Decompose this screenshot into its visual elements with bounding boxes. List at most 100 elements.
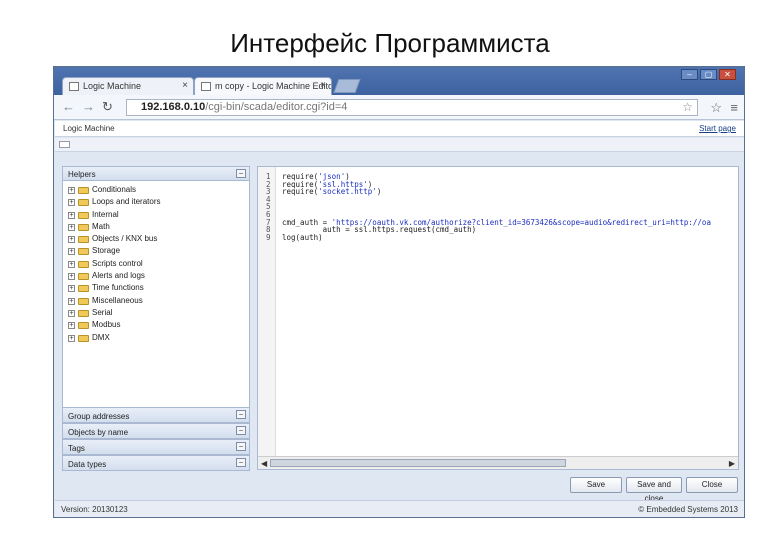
helpers-tree: + Conditionals + Loops and iterators + Intern… [68, 184, 161, 344]
expand-icon[interactable]: + [68, 334, 75, 342]
expand-icon[interactable]: + [68, 211, 75, 219]
folder-icon [78, 223, 89, 231]
expand-icon[interactable]: + [68, 223, 75, 231]
expand-icon[interactable]: + [68, 260, 75, 268]
folder-icon [78, 187, 89, 194]
url-host: 192.168.0.10 [141, 101, 206, 113]
status-footer: Version: 20130123 © Embedded Systems 201… [55, 500, 744, 517]
page-icon [69, 82, 79, 91]
bookmark-star-icon[interactable]: ☆ [682, 100, 693, 114]
tree-item-label: Math [92, 221, 110, 231]
tree-item[interactable]: + Modbus [68, 319, 161, 331]
tab-editor[interactable]: m copy - Logic Machine Edito × [194, 77, 332, 95]
back-arrow-icon[interactable]: ← [62, 100, 75, 114]
browser-window: Logic Machine × m copy - Logic Machine E… [53, 66, 745, 518]
objects-by-name-header[interactable]: Objects by name − [62, 423, 250, 439]
address-bar[interactable]: 192.168.0.10/cgi-bin/scada/editor.cgi?id… [126, 99, 698, 116]
expand-icon[interactable]: + [68, 236, 75, 244]
tree-item[interactable]: + Scripts control [68, 258, 161, 270]
expand-icon[interactable]: + [68, 322, 75, 330]
expand-icon[interactable]: + [68, 285, 75, 293]
folder-icon [78, 334, 89, 342]
tree-item[interactable]: + Time functions [68, 282, 161, 294]
expand-icon[interactable]: + [68, 297, 75, 305]
folder-icon [78, 322, 89, 330]
tree-item[interactable]: + Storage [68, 245, 161, 257]
collapse-icon[interactable]: − [236, 442, 246, 451]
helpers-title: Helpers [68, 170, 96, 179]
save-button[interactable]: Save [570, 477, 622, 493]
save-and-close-button[interactable]: Save and close [626, 477, 682, 503]
collapse-icon[interactable]: − [236, 410, 246, 419]
tab-logic-machine[interactable]: Logic Machine × [62, 77, 194, 95]
collapse-icon[interactable]: − [236, 426, 246, 435]
version-label: Version: 20130123 [61, 505, 128, 514]
tree-item[interactable]: + Alerts and logs [68, 270, 161, 282]
tree-item[interactable]: + Serial [68, 307, 161, 319]
accordion-label: Tags [68, 444, 85, 453]
tree-item-label: Scripts control [92, 258, 143, 268]
tree-item-label: Conditionals [92, 185, 137, 194]
expand-icon[interactable]: + [68, 248, 75, 256]
helpers-header[interactable]: Helpers − [63, 167, 249, 181]
code-string: 'socket.http' [318, 187, 377, 197]
tab-label: m copy - Logic Machine Edito [215, 81, 332, 91]
start-page-link[interactable]: Start page [699, 124, 736, 133]
maximize-button[interactable]: ▢ [700, 69, 717, 80]
tree-item[interactable]: + Math [68, 221, 161, 233]
minimize-button[interactable]: ‒ [681, 69, 698, 80]
code-editor[interactable]: 123456789 require('json') require('ssl.ht… [257, 166, 739, 470]
scroll-left-icon[interactable]: ◀ [261, 459, 267, 468]
tree-item[interactable]: + Objects / KNX bus [68, 233, 161, 245]
expand-icon[interactable]: + [68, 199, 75, 207]
folder-icon [78, 273, 89, 281]
accordion-label: Group addresses [68, 412, 130, 421]
slide-title: Интерфейс Программиста [230, 28, 550, 58]
folder-icon [78, 309, 89, 317]
tree-item-label: Time functions [92, 283, 144, 293]
tree-item-label: DMX [92, 332, 110, 342]
scroll-right-icon[interactable]: ▶ [729, 459, 735, 468]
expand-icon[interactable]: + [68, 309, 75, 317]
tree-item[interactable]: + Loops and iterators [68, 196, 161, 208]
close-icon[interactable]: × [182, 80, 188, 91]
tree-item[interactable]: + Miscellaneous [68, 295, 161, 307]
code-line[interactable]: require('socket.http') [282, 187, 381, 196]
collapse-icon[interactable]: − [236, 169, 246, 178]
data-types-header[interactable]: Data types − [62, 455, 250, 471]
tab-strip: Logic Machine × m copy - Logic Machine E… [54, 67, 744, 95]
group-addresses-header[interactable]: Group addresses − [62, 407, 250, 423]
accordion-label: Data types [68, 460, 107, 469]
horizontal-scrollbar[interactable]: ◀ ▶ [258, 456, 738, 469]
close-button[interactable]: Close [686, 477, 738, 493]
copyright-label: © Embedded Systems 2013 [638, 505, 738, 514]
sub-toolbar [55, 138, 744, 152]
address-toolbar: ← → ↻ 192.168.0.10/cgi-bin/scada/editor.… [54, 95, 744, 120]
tree-item[interactable]: + Conditionals [68, 184, 161, 196]
close-icon[interactable]: × [320, 80, 326, 91]
tags-header[interactable]: Tags − [62, 439, 250, 455]
page-icon [201, 82, 211, 91]
code-text: ) [376, 187, 382, 197]
toolbar-toggle[interactable] [59, 141, 70, 148]
collapse-icon[interactable]: − [236, 458, 246, 467]
folder-icon [78, 248, 89, 256]
tree-item-label: Serial [92, 307, 113, 317]
url-path: /cgi-bin/scada/editor.cgi?id=4 [205, 101, 348, 113]
new-tab-button[interactable] [333, 79, 361, 93]
expand-icon[interactable]: + [68, 273, 75, 281]
folder-icon [78, 285, 89, 293]
close-window-button[interactable]: ✕ [719, 69, 736, 80]
tree-item[interactable]: + DMX [68, 332, 161, 344]
code-line[interactable]: log(auth) [282, 233, 323, 242]
forward-arrow-icon[interactable]: → [82, 100, 95, 114]
expand-icon[interactable]: + [68, 187, 75, 194]
folder-icon [78, 260, 89, 268]
settings-icon[interactable]: ☆ [710, 100, 722, 116]
reload-icon[interactable]: ↻ [102, 100, 113, 114]
code-text: log(auth) [282, 232, 323, 242]
tree-item[interactable]: + Internal [68, 209, 161, 221]
scroll-thumb[interactable] [270, 459, 566, 467]
tree-item-label: Objects / KNX bus [92, 234, 158, 244]
menu-icon[interactable]: ≡ [730, 100, 738, 115]
